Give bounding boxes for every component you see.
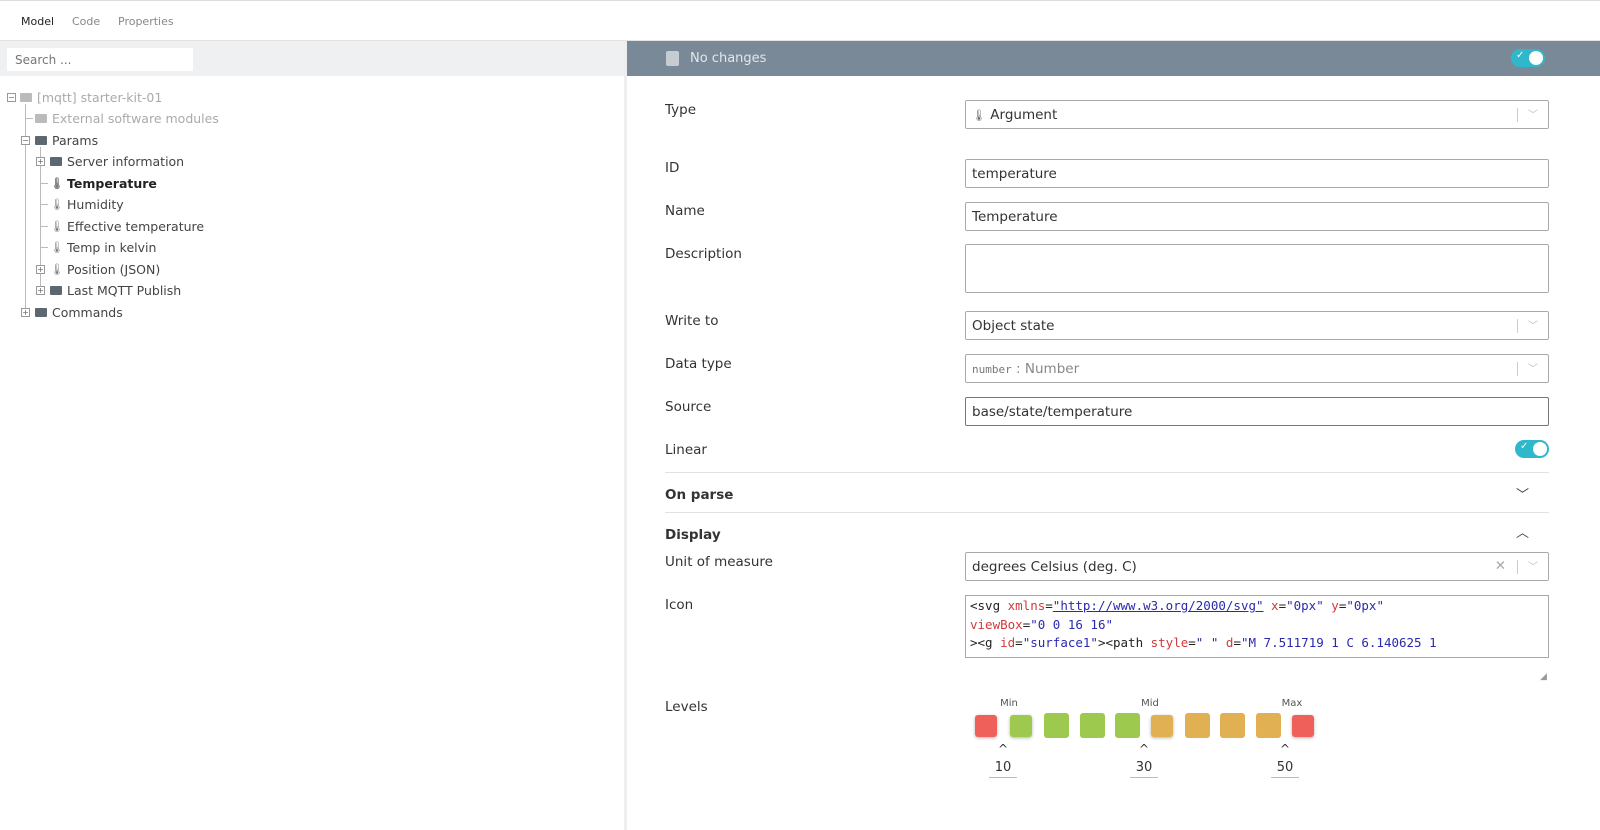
folder-open-icon bbox=[20, 92, 32, 102]
level-color-swatch[interactable] bbox=[1291, 715, 1314, 737]
description-label: Description bbox=[665, 246, 742, 262]
thermometer-icon: 🌡︎ bbox=[50, 176, 64, 190]
caret-up-icon[interactable]: ^ bbox=[998, 742, 1008, 756]
type-label: Type bbox=[665, 102, 697, 118]
max-label: Max bbox=[1281, 698, 1303, 709]
source-label: Source bbox=[665, 399, 712, 415]
level-color-swatch[interactable] bbox=[1255, 713, 1281, 738]
write-to-select[interactable]: Object state ﹀ bbox=[965, 311, 1549, 340]
tree-node-params[interactable]: Params bbox=[35, 130, 98, 150]
level-color-swatch[interactable] bbox=[1151, 715, 1173, 737]
chevron-up-icon[interactable]: ︿ bbox=[1516, 522, 1529, 541]
thermometer-icon: 🌡︎ bbox=[50, 240, 64, 254]
tree-node-effective-temperature[interactable]: 🌡︎ Effective temperature bbox=[50, 216, 204, 236]
expand-toggle[interactable]: + bbox=[36, 286, 45, 295]
clear-icon[interactable]: ✕ bbox=[1495, 558, 1506, 574]
folder-icon bbox=[50, 156, 62, 166]
level-color-swatch[interactable] bbox=[1079, 713, 1105, 738]
level-color-swatch[interactable] bbox=[1185, 713, 1211, 738]
caret-up-icon[interactable]: ^ bbox=[1139, 742, 1149, 756]
thermometer-icon: 🌡︎ bbox=[50, 219, 64, 233]
linear-toggle[interactable]: ✓ bbox=[1515, 440, 1549, 458]
chevron-down-icon[interactable]: ﹀ bbox=[1516, 484, 1529, 503]
resize-handle[interactable]: ◢ bbox=[1540, 672, 1547, 682]
min-value[interactable]: 10 bbox=[989, 760, 1017, 778]
folder-icon bbox=[35, 113, 47, 123]
save-status: No changes bbox=[690, 51, 767, 66]
data-type-label: Data type bbox=[665, 356, 732, 372]
folder-icon bbox=[50, 285, 62, 295]
source-input[interactable]: base/state/temperature bbox=[965, 397, 1549, 426]
chevron-down-icon: ﹀ bbox=[1528, 321, 1538, 332]
tree-node-temperature[interactable]: 🌡︎ Temperature bbox=[50, 173, 157, 193]
divider bbox=[665, 472, 1549, 473]
chevron-down-icon: ﹀ bbox=[1528, 364, 1538, 375]
id-input[interactable]: temperature bbox=[965, 159, 1549, 188]
folder-open-icon bbox=[35, 135, 47, 145]
name-label: Name bbox=[665, 203, 705, 219]
tree-node-external[interactable]: External software modules bbox=[35, 108, 219, 128]
thermometer-icon: 🌡︎ bbox=[972, 109, 986, 122]
level-color-swatch[interactable] bbox=[1044, 713, 1070, 738]
description-textarea[interactable] bbox=[965, 244, 1549, 293]
unit-select[interactable]: degrees Celsius (deg. C) ✕ ﹀ bbox=[965, 552, 1549, 581]
tree-node-position-json[interactable]: 🌡︎ Position (JSON) bbox=[50, 259, 160, 279]
display-section[interactable]: Display bbox=[665, 527, 721, 543]
tree-node-commands[interactable]: Commands bbox=[35, 302, 123, 322]
folder-icon bbox=[35, 307, 47, 317]
tree-node-temp-in-kelvin[interactable]: 🌡︎ Temp in kelvin bbox=[50, 237, 156, 257]
level-color-swatch[interactable] bbox=[1220, 713, 1246, 738]
level-color-swatch[interactable] bbox=[1114, 713, 1140, 738]
on-parse-section[interactable]: On parse bbox=[665, 487, 733, 503]
unit-label: Unit of measure bbox=[665, 554, 773, 570]
save-icon[interactable] bbox=[666, 51, 679, 66]
level-color-swatch[interactable] bbox=[1010, 715, 1033, 737]
mid-label: Mid bbox=[1141, 698, 1159, 709]
levels-label: Levels bbox=[665, 699, 708, 715]
type-select[interactable]: 🌡︎ Argument ﹀ bbox=[965, 100, 1549, 129]
expand-toggle[interactable]: + bbox=[36, 157, 45, 166]
data-type-select[interactable]: number : Number ﹀ bbox=[965, 354, 1549, 383]
min-label: Min bbox=[1000, 698, 1018, 709]
enabled-toggle[interactable]: ✓ bbox=[1511, 49, 1545, 67]
expand-toggle[interactable]: + bbox=[21, 308, 30, 317]
tree-node-server-information[interactable]: Server information bbox=[50, 151, 184, 171]
divider bbox=[665, 512, 1549, 513]
icon-label: Icon bbox=[665, 597, 694, 613]
editor-header: No changes ✓ bbox=[627, 41, 1600, 76]
thermometer-icon: 🌡︎ bbox=[50, 197, 64, 211]
max-value[interactable]: 50 bbox=[1271, 760, 1299, 778]
id-label: ID bbox=[665, 160, 680, 176]
icon-code-editor[interactable]: <svg xmlns="http://www.w3.org/2000/svg" … bbox=[965, 595, 1549, 658]
collapse-toggle[interactable]: − bbox=[21, 136, 30, 145]
collapse-toggle[interactable]: − bbox=[7, 93, 16, 102]
chevron-down-icon: ﹀ bbox=[1528, 110, 1538, 121]
tree-node-humidity[interactable]: 🌡︎ Humidity bbox=[50, 194, 124, 214]
caret-up-icon[interactable]: ^ bbox=[1280, 742, 1290, 756]
tree-node-root[interactable]: [mqtt] starter-kit-01 bbox=[20, 87, 162, 107]
chevron-down-icon: ﹀ bbox=[1528, 562, 1538, 573]
thermometer-icon: 🌡︎ bbox=[50, 262, 64, 276]
mid-value[interactable]: 30 bbox=[1130, 760, 1158, 778]
expand-toggle[interactable]: + bbox=[36, 265, 45, 274]
tree: − [mqtt] starter-kit-01 External softwar… bbox=[0, 0, 624, 400]
write-to-label: Write to bbox=[665, 313, 719, 329]
level-color-swatch[interactable] bbox=[975, 715, 997, 737]
model-tree-panel: − [mqtt] starter-kit-01 External softwar… bbox=[0, 41, 627, 830]
linear-label: Linear bbox=[665, 442, 707, 458]
tree-node-last-mqtt-publish[interactable]: Last MQTT Publish bbox=[50, 280, 181, 300]
name-input[interactable]: Temperature bbox=[965, 202, 1549, 231]
